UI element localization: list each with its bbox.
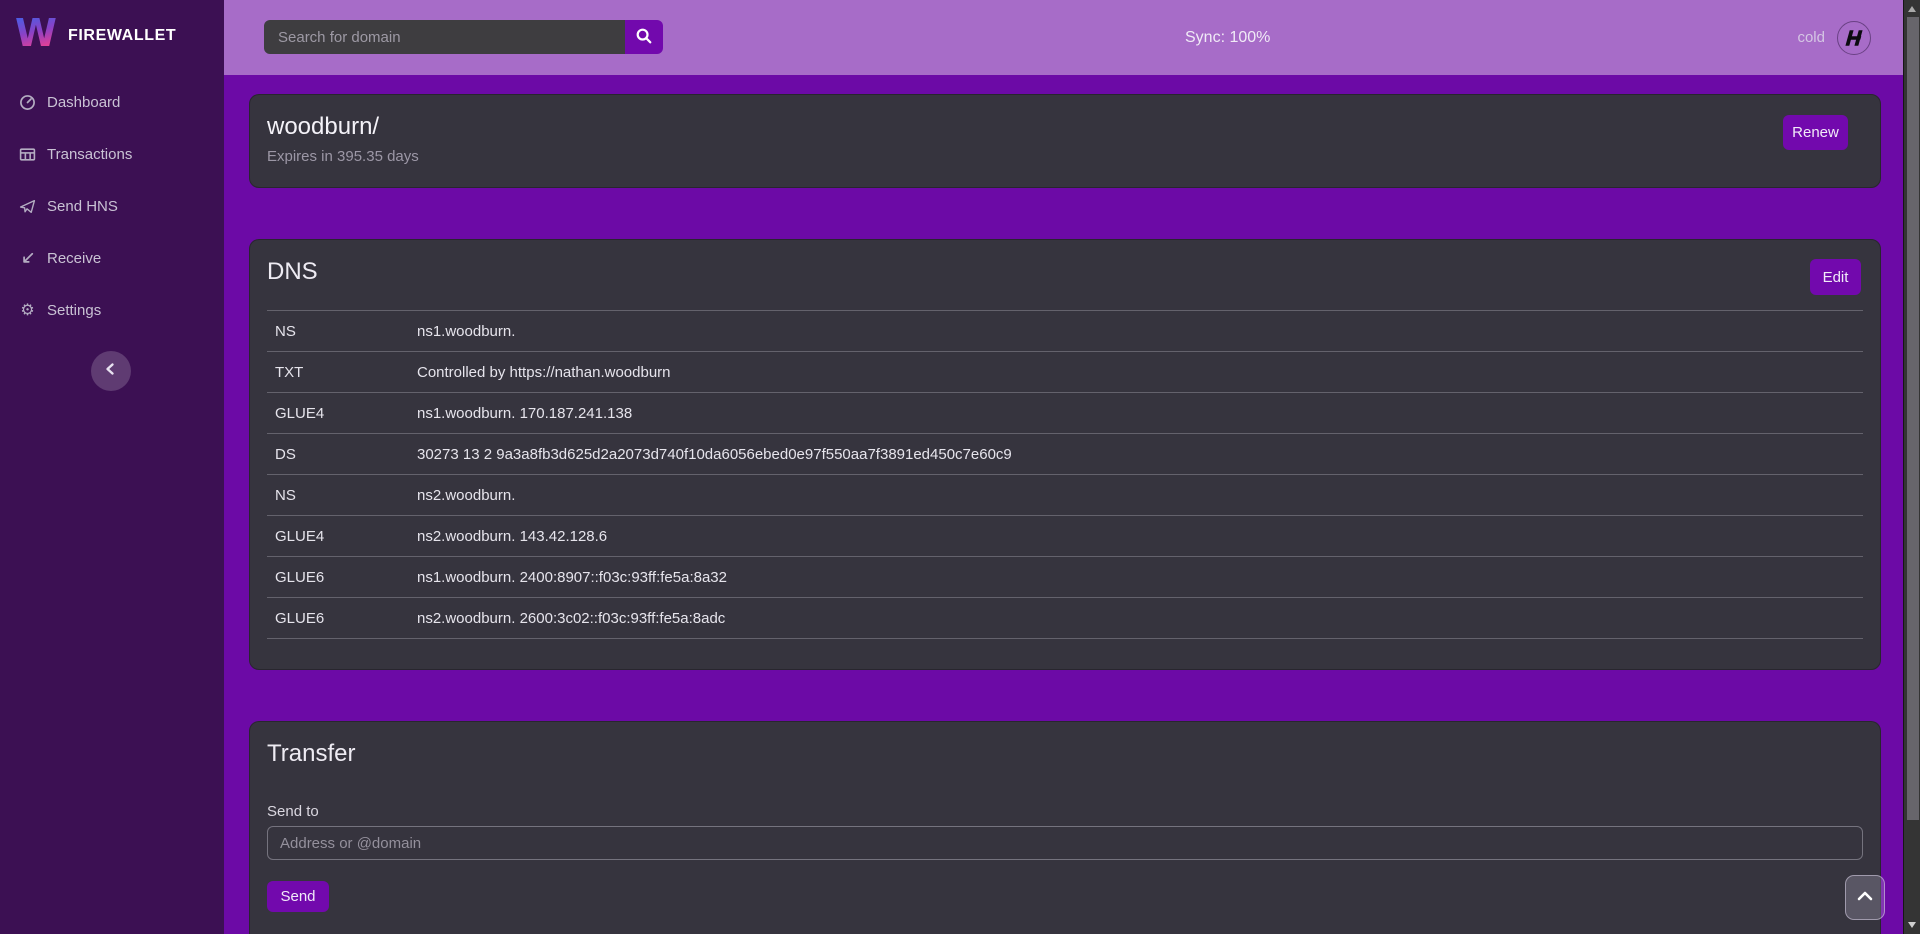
send-to-label: Send to [267, 803, 1863, 820]
transfer-card: Transfer Send to Send [249, 721, 1881, 934]
dns-record-row: DS 30273 13 2 9a3a8fb3d625d2a2073d740f10… [267, 433, 1863, 474]
dns-record-row: GLUE6 ns1.woodburn. 2400:8907::f03c:93ff… [267, 556, 1863, 597]
dns-record-type: GLUE4 [267, 405, 417, 422]
wallet-name: cold [1797, 29, 1825, 46]
edit-dns-button[interactable]: Edit [1810, 259, 1861, 295]
sidebar-item-label: Transactions [47, 146, 132, 163]
search-icon [635, 27, 653, 48]
chevron-up-icon [1855, 889, 1875, 907]
receive-icon [19, 250, 36, 267]
domain-card: woodburn/ Expires in 395.35 days Renew [249, 94, 1881, 188]
dns-record-row: GLUE4 ns1.woodburn. 170.187.241.138 [267, 392, 1863, 433]
sidebar-item-label: Dashboard [47, 94, 120, 111]
dns-record-type: GLUE6 [267, 569, 417, 586]
dns-record-row: NS ns2.woodburn. [267, 474, 1863, 515]
dns-record-type: NS [267, 487, 417, 504]
dns-record-value: ns2.woodburn. [417, 487, 1863, 504]
sidebar-menu: Dashboard Transactions Send HNS Receive [0, 87, 224, 325]
sidebar: W FIREWALLET Dashboard Transactions [0, 0, 224, 934]
scroll-to-top-button[interactable] [1845, 875, 1885, 920]
dns-record-type: GLUE4 [267, 528, 417, 545]
sidebar-item-label: Send HNS [47, 198, 118, 215]
sidebar-item-settings[interactable]: ⚙ Settings [0, 295, 224, 325]
brand[interactable]: W FIREWALLET [0, 0, 224, 59]
send-icon [19, 198, 36, 215]
dns-record-value: ns1.woodburn. 2400:8907::f03c:93ff:fe5a:… [417, 569, 1863, 586]
dns-record-row: GLUE6 ns2.woodburn. 2600:3c02::f03c:93ff… [267, 597, 1863, 638]
dns-record-type: TXT [267, 364, 417, 381]
dns-record-type: DS [267, 446, 417, 463]
vertical-scrollbar[interactable] [1903, 0, 1920, 934]
sidebar-item-label: Receive [47, 250, 101, 267]
domain-name: woodburn/ [267, 113, 1863, 141]
dns-record-row: NS ns1.woodburn. [267, 310, 1863, 351]
search-button[interactable] [625, 20, 663, 54]
scrollbar-thumb[interactable] [1907, 17, 1919, 820]
dns-record-type: NS [267, 323, 417, 340]
scrollbar-up-arrow[interactable] [1908, 6, 1916, 12]
handshake-logo-icon[interactable] [1837, 21, 1871, 55]
top-header: Sync: 100% cold [224, 0, 1903, 75]
sync-status: Sync: 100% [1185, 0, 1270, 75]
dns-record-row: GLUE4 ns2.woodburn. 143.42.128.6 [267, 515, 1863, 556]
send-button[interactable]: Send [267, 881, 329, 912]
sidebar-item-transactions[interactable]: Transactions [0, 139, 224, 169]
firewallet-logo-icon: W [14, 12, 58, 59]
app-title: FIREWALLET [68, 27, 176, 45]
dns-record-value: Controlled by https://nathan.woodburn [417, 364, 1863, 381]
sidebar-item-label: Settings [47, 302, 101, 319]
sidebar-item-dashboard[interactable]: Dashboard [0, 87, 224, 117]
wallet-info: cold [1797, 0, 1871, 75]
dashboard-icon [19, 94, 36, 111]
dns-record-value: ns2.woodburn. 2600:3c02::f03c:93ff:fe5a:… [417, 610, 1863, 627]
dns-record-row: TXT Controlled by https://nathan.woodbur… [267, 351, 1863, 392]
dns-card-title: DNS [267, 256, 1863, 288]
domain-expiry: Expires in 395.35 days [267, 148, 1863, 165]
dns-record-value: ns2.woodburn. 143.42.128.6 [417, 528, 1863, 545]
search-input[interactable] [264, 20, 625, 54]
scrollbar-down-arrow[interactable] [1908, 922, 1916, 928]
dns-record-value: ns1.woodburn. 170.187.241.138 [417, 405, 1863, 422]
transactions-icon [19, 146, 36, 163]
dns-card: DNS Edit NS ns1.woodburn. TXT Controlled… [249, 239, 1881, 670]
sidebar-collapse-button[interactable] [91, 351, 131, 391]
dns-record-value: 30273 13 2 9a3a8fb3d625d2a2073d740f10da6… [417, 446, 1863, 463]
svg-text:W: W [15, 12, 57, 54]
chevron-left-icon [102, 360, 120, 383]
transfer-address-input[interactable] [267, 826, 1863, 860]
dns-record-value: ns1.woodburn. [417, 323, 1863, 340]
gear-icon: ⚙ [19, 302, 36, 319]
sidebar-item-send-hns[interactable]: Send HNS [0, 191, 224, 221]
dns-records-table: NS ns1.woodburn. TXT Controlled by https… [267, 310, 1863, 639]
transfer-card-title: Transfer [267, 738, 1863, 770]
dns-record-type: GLUE6 [267, 610, 417, 627]
sidebar-item-receive[interactable]: Receive [0, 243, 224, 273]
domain-search-bar [264, 20, 663, 54]
renew-button[interactable]: Renew [1783, 115, 1848, 150]
